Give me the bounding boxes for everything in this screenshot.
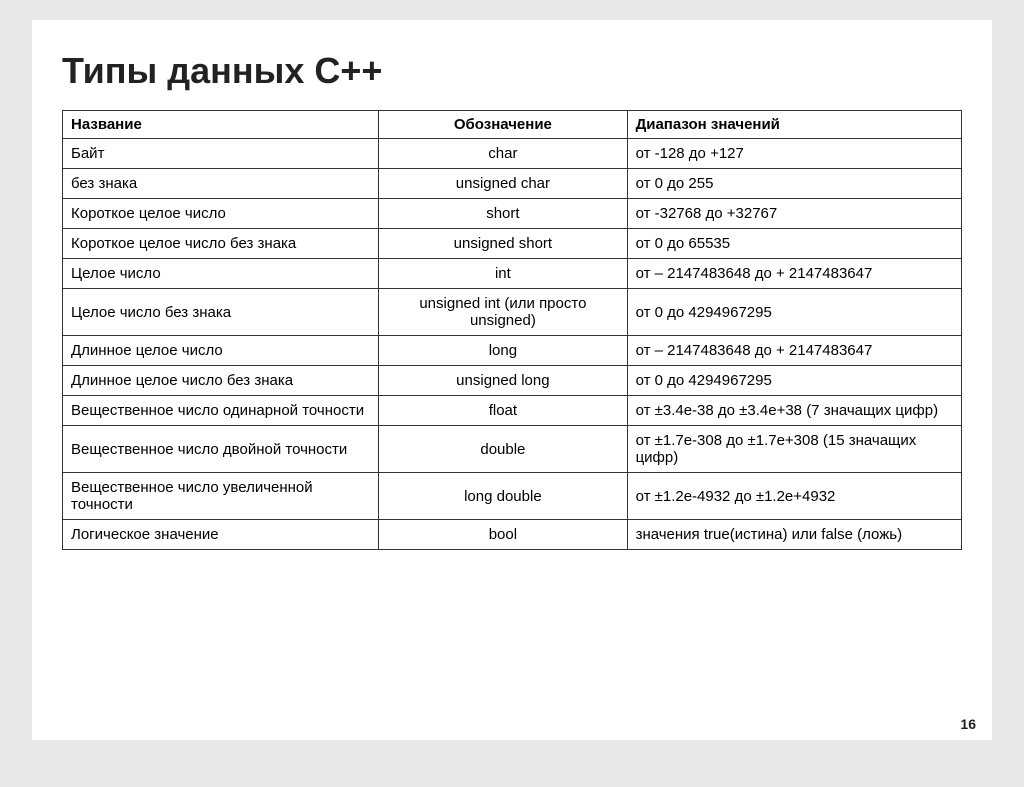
- cell-range: от 0 до 4294967295: [627, 366, 961, 396]
- table-row: без знакаunsigned charот 0 до 255: [63, 169, 962, 199]
- cell-range: от -128 до +127: [627, 139, 961, 169]
- cell-name: Длинное целое число без знака: [63, 366, 379, 396]
- cell-notation: unsigned char: [379, 169, 627, 199]
- cell-range: от -32768 до +32767: [627, 199, 961, 229]
- cell-name: Длинное целое число: [63, 336, 379, 366]
- col-header-notation: Обозначение: [379, 111, 627, 139]
- cell-notation: long double: [379, 473, 627, 520]
- cell-range: от ±1.2е-4932 до ±1.2е+4932: [627, 473, 961, 520]
- cell-range: от 0 до 4294967295: [627, 289, 961, 336]
- cell-notation: unsigned short: [379, 229, 627, 259]
- table-row: Длинное целое число без знакаunsigned lo…: [63, 366, 962, 396]
- cell-range: от – 2147483648 до + 2147483647: [627, 259, 961, 289]
- table-header-row: Название Обозначение Диапазон значений: [63, 111, 962, 139]
- col-header-range: Диапазон значений: [627, 111, 961, 139]
- col-header-name: Название: [63, 111, 379, 139]
- cell-notation: float: [379, 396, 627, 426]
- cell-name: Байт: [63, 139, 379, 169]
- page-number: 16: [960, 716, 976, 732]
- table-row: Вещественное число двойной точностиdoubl…: [63, 426, 962, 473]
- table-row: Логическое значениеboolзначения true(ист…: [63, 520, 962, 550]
- cell-notation: unsigned int (или просто unsigned): [379, 289, 627, 336]
- cell-name: Вещественное число двойной точности: [63, 426, 379, 473]
- cell-notation: short: [379, 199, 627, 229]
- cell-name: Целое число: [63, 259, 379, 289]
- cell-range: от 0 до 65535: [627, 229, 961, 259]
- cell-notation: long: [379, 336, 627, 366]
- cell-range: от ±3.4е-38 до ±3.4е+38 (7 значащих цифр…: [627, 396, 961, 426]
- cell-name: Вещественное число одинарной точности: [63, 396, 379, 426]
- table-row: Короткое целое число без знакаunsigned s…: [63, 229, 962, 259]
- table-row: Длинное целое числоlongот – 2147483648 д…: [63, 336, 962, 366]
- cell-notation: int: [379, 259, 627, 289]
- cell-range: от 0 до 255: [627, 169, 961, 199]
- cell-notation: bool: [379, 520, 627, 550]
- cell-notation: unsigned long: [379, 366, 627, 396]
- table-row: Байтcharот -128 до +127: [63, 139, 962, 169]
- slide: Типы данных С++ Название Обозначение Диа…: [32, 20, 992, 740]
- cell-notation: char: [379, 139, 627, 169]
- cell-name: без знака: [63, 169, 379, 199]
- cell-notation: double: [379, 426, 627, 473]
- table-row: Целое число без знакаunsigned int (или п…: [63, 289, 962, 336]
- cell-range: от – 2147483648 до + 2147483647: [627, 336, 961, 366]
- cell-name: Короткое целое число без знака: [63, 229, 379, 259]
- cell-range: от ±1.7е-308 до ±1.7е+308 (15 значащих ц…: [627, 426, 961, 473]
- table-row: Вещественное число увеличенной точностиl…: [63, 473, 962, 520]
- cell-name: Вещественное число увеличенной точности: [63, 473, 379, 520]
- cell-range: значения true(истина) или false (ложь): [627, 520, 961, 550]
- cell-name: Короткое целое число: [63, 199, 379, 229]
- cell-name: Логическое значение: [63, 520, 379, 550]
- table-row: Вещественное число одинарной точностиflo…: [63, 396, 962, 426]
- cell-name: Целое число без знака: [63, 289, 379, 336]
- data-types-table: Название Обозначение Диапазон значений Б…: [62, 110, 962, 550]
- table-row: Целое числоintот – 2147483648 до + 21474…: [63, 259, 962, 289]
- table-row: Короткое целое числоshortот -32768 до +3…: [63, 199, 962, 229]
- page-title: Типы данных С++: [62, 50, 962, 92]
